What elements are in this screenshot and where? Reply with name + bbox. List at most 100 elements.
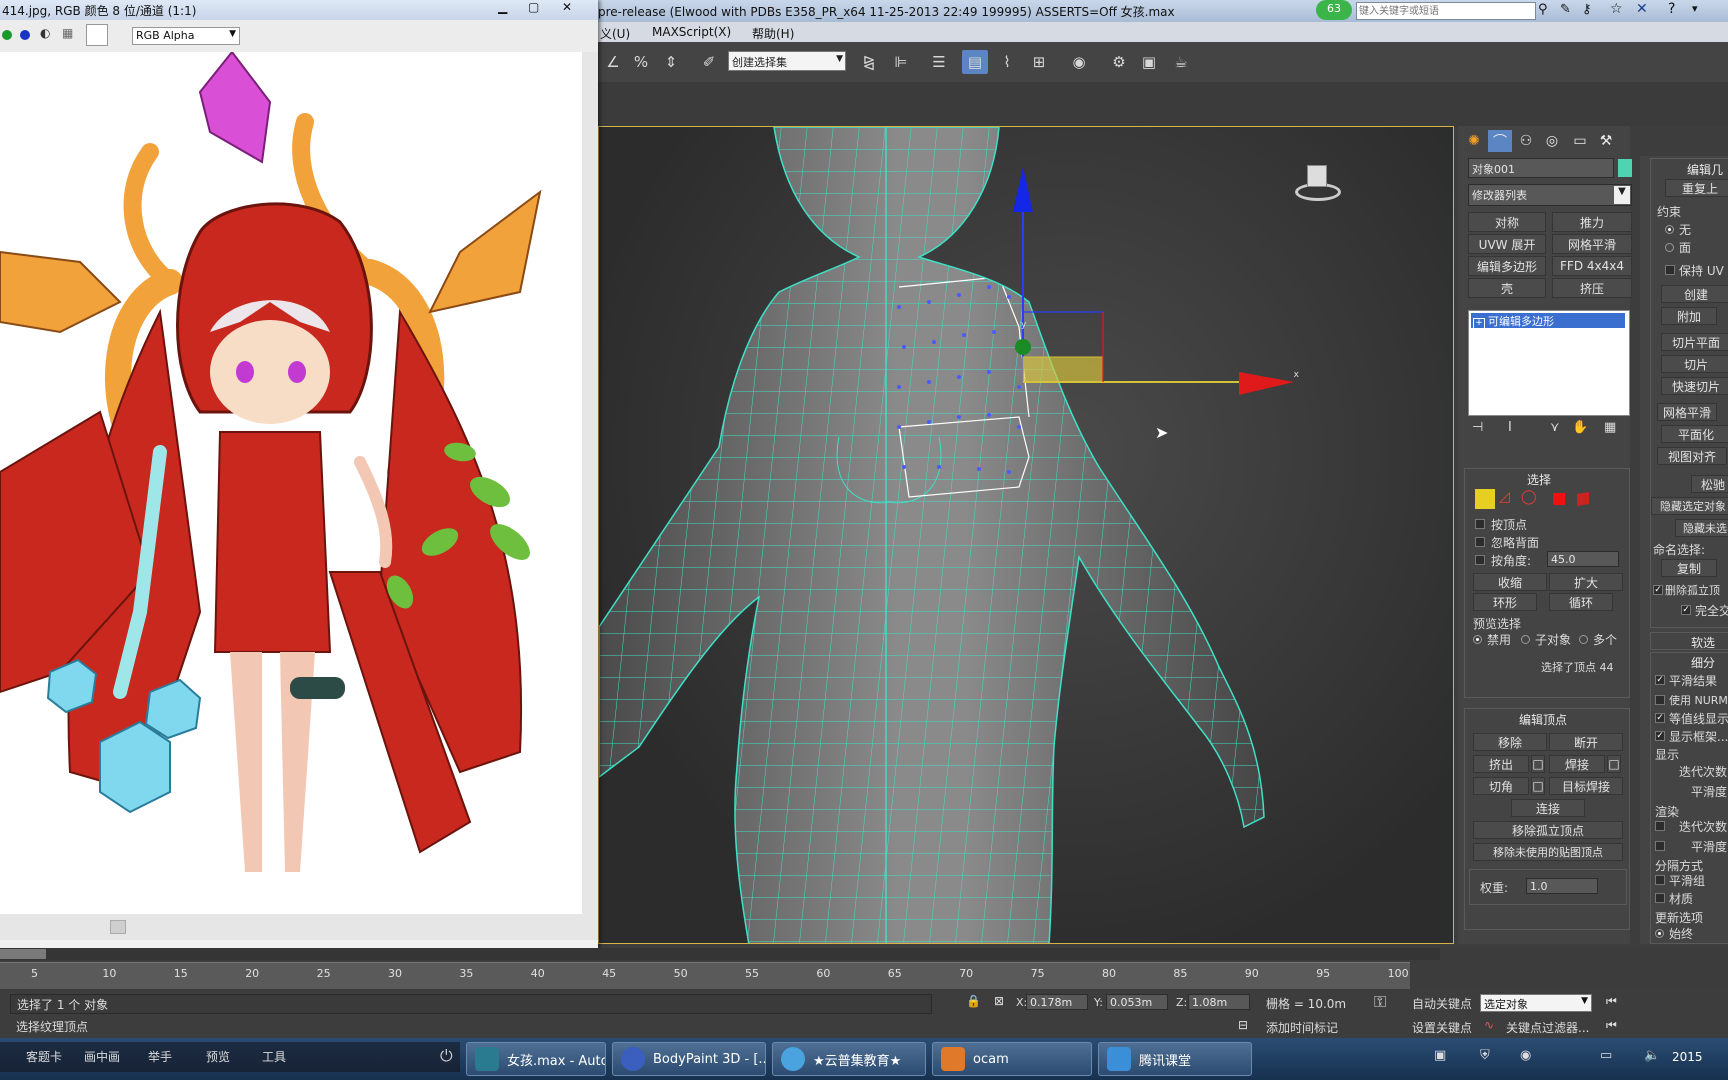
expand-plus-icon[interactable]: + xyxy=(1473,318,1485,330)
by-angle-checkbox[interactable] xyxy=(1475,555,1485,565)
perspective-viewport[interactable]: x y ➤ xyxy=(598,126,1454,944)
schematic-view-icon[interactable]: ⊞ xyxy=(1026,50,1052,74)
lock-icon[interactable]: 🔒 xyxy=(966,994,981,1008)
star-icon[interactable]: ☆ xyxy=(1610,1,1623,17)
power-icon[interactable]: ⏻ xyxy=(440,1046,453,1066)
notification-badge[interactable]: 63 xyxy=(1316,0,1352,20)
element-mode-icon[interactable] xyxy=(1577,491,1589,507)
tray-shield-icon[interactable]: ⛨ xyxy=(1480,1048,1490,1063)
preview-off-radio[interactable] xyxy=(1473,635,1482,644)
remove-unused-map-verts-button[interactable]: 移除未使用的贴图顶点 xyxy=(1473,843,1623,861)
classroom-item-tools[interactable]: 工具 xyxy=(262,1048,286,1065)
help-icon[interactable]: ? xyxy=(1668,1,1675,17)
update-always-radio[interactable] xyxy=(1655,929,1664,938)
slice-plane-button[interactable]: 切片平面 xyxy=(1661,333,1728,351)
repeat-last-button[interactable]: 重复上 xyxy=(1665,179,1728,197)
hierarchy-tab-icon[interactable]: ⚇ xyxy=(1514,130,1538,152)
remove-modifier-icon[interactable]: ✋ xyxy=(1572,420,1588,435)
extrude-button[interactable]: 挤出 xyxy=(1473,755,1529,773)
key-icon[interactable]: ⚷ xyxy=(1582,2,1592,17)
grow-button[interactable]: 扩大 xyxy=(1549,573,1623,591)
z-coordinate-field[interactable]: 1.08m xyxy=(1188,994,1250,1010)
selection-set-dropdown[interactable]: 创建选择集 ▼ xyxy=(728,51,846,71)
mirror-icon[interactable]: ⧎ xyxy=(856,50,882,74)
pin-stack-icon[interactable]: ⊣ xyxy=(1472,420,1483,435)
edit-named-sel-icon[interactable]: ✐ xyxy=(696,50,722,74)
align-icon[interactable]: ⊫ xyxy=(888,50,914,74)
modifier-list-dropdown[interactable]: 修改器列表 ▼ xyxy=(1468,184,1632,206)
rendered-frame-icon[interactable]: ▣ xyxy=(1136,50,1162,74)
percent-snap-icon[interactable]: % xyxy=(628,50,654,74)
key-filter-icon[interactable]: ∿ xyxy=(1484,1018,1494,1032)
green-channel-icon[interactable] xyxy=(2,30,12,40)
create-tab-icon[interactable]: ✺ xyxy=(1462,130,1486,152)
key-mode-icon[interactable]: ⚿ xyxy=(1374,992,1386,1012)
target-weld-button[interactable]: 目标焊接 xyxy=(1549,777,1623,795)
modifier-btn-shell[interactable]: 壳 xyxy=(1468,278,1546,298)
modifier-btn-edit-poly[interactable]: 编辑多边形 xyxy=(1468,256,1546,276)
menu-item-maxscript[interactable]: MAXScript(X) xyxy=(652,25,731,39)
configure-sets-icon[interactable]: ▦ xyxy=(1604,420,1616,435)
viewcube[interactable] xyxy=(1285,163,1345,203)
absolute-mode-icon[interactable]: ⊠ xyxy=(994,994,1004,1008)
y-coordinate-field[interactable]: 0.053m xyxy=(1106,994,1168,1010)
modify-tab-icon[interactable]: ⌒ xyxy=(1488,130,1512,152)
blue-channel-icon[interactable] xyxy=(20,30,30,40)
tray-monitor-icon[interactable]: ▭ xyxy=(1600,1048,1612,1063)
time-slider[interactable] xyxy=(0,948,1440,960)
edit-vertices-title[interactable]: 编辑顶点 xyxy=(1519,711,1567,728)
binoculars-icon[interactable]: ⚲ xyxy=(1538,2,1548,17)
ignore-backfacing-checkbox[interactable] xyxy=(1475,537,1485,547)
dropdown-icon[interactable]: ▾ xyxy=(1692,2,1698,15)
tray-app-icon[interactable]: ◉ xyxy=(1520,1048,1531,1063)
constraint-face-radio[interactable] xyxy=(1665,243,1674,252)
auto-key-button[interactable]: 自动关键点 xyxy=(1412,995,1472,1012)
soft-selection-title[interactable]: 软选 xyxy=(1691,634,1715,651)
extrude-settings-button[interactable]: □ xyxy=(1531,755,1545,773)
angle-spinner[interactable]: 45.0 xyxy=(1547,551,1619,567)
spinner-snap-icon[interactable]: ⇕ xyxy=(658,50,684,74)
horizontal-scrollbar[interactable] xyxy=(0,914,582,940)
show-end-result-icon[interactable]: Ⅰ xyxy=(1508,420,1512,435)
display-tab-icon[interactable]: ▭ xyxy=(1568,130,1592,152)
color-swatch[interactable] xyxy=(86,24,108,46)
polygon-mode-icon[interactable] xyxy=(1553,493,1565,505)
constraint-none-radio[interactable] xyxy=(1665,225,1674,234)
edit-geometry-title[interactable]: 编辑几 xyxy=(1687,161,1723,178)
scroll-thumb[interactable] xyxy=(110,920,126,934)
graphite-ribbon-icon[interactable]: ▤ xyxy=(962,50,988,74)
preview-subobject-radio[interactable] xyxy=(1521,635,1530,644)
show-cage-checkbox[interactable]: ✓ xyxy=(1655,731,1665,741)
task-bodypaint[interactable]: BodyPaint 3D - [... xyxy=(612,1042,766,1076)
utilities-tab-icon[interactable]: ⚒ xyxy=(1594,130,1618,152)
vertical-scrollbar[interactable] xyxy=(582,52,598,940)
border-mode-icon[interactable]: ◯ xyxy=(1521,489,1537,505)
shrink-button[interactable]: 收缩 xyxy=(1473,573,1547,591)
channel-dropdown[interactable]: RGB Alpha ▼ xyxy=(132,27,240,45)
modifier-btn-symmetry[interactable]: 对称 xyxy=(1468,212,1546,232)
break-button[interactable]: 断开 xyxy=(1549,733,1623,751)
isoline-checkbox[interactable]: ✓ xyxy=(1655,713,1665,723)
weld-settings-button[interactable]: □ xyxy=(1607,755,1621,773)
view-align-button[interactable]: 视图对齐 xyxy=(1657,447,1727,465)
modifier-btn-meshsmooth[interactable]: 网格平滑 xyxy=(1552,234,1632,254)
make-unique-icon[interactable]: ⋎ xyxy=(1550,420,1560,435)
tray-network-icon[interactable]: ▣ xyxy=(1434,1048,1446,1063)
use-nurms-checkbox[interactable] xyxy=(1655,695,1665,705)
material-editor-icon[interactable]: ◉ xyxy=(1066,50,1092,74)
maximize-icon[interactable]: ▢ xyxy=(528,0,539,14)
preview-multi-radio[interactable] xyxy=(1579,635,1588,644)
task-tencent-classroom[interactable]: 腾讯课堂 xyxy=(1098,1042,1252,1076)
planarize-button[interactable]: 平面化 xyxy=(1661,425,1728,443)
ring-button[interactable]: 环形 xyxy=(1473,593,1537,611)
time-slider-thumb[interactable] xyxy=(0,949,46,959)
task-education[interactable]: ★云普集教育★ xyxy=(772,1042,926,1076)
copy-button[interactable]: 复制 xyxy=(1661,559,1717,577)
delete-isolated-checkbox[interactable]: ✓ xyxy=(1653,585,1663,595)
clear-icon[interactable]: ▦ xyxy=(62,26,73,40)
modifier-btn-ffd[interactable]: FFD 4x4x4 xyxy=(1552,256,1632,276)
add-time-tag-icon[interactable]: ⊟ xyxy=(1238,1018,1248,1032)
meshsmooth-button[interactable]: 网格平滑 xyxy=(1657,403,1717,421)
mono-icon[interactable]: ◐ xyxy=(40,26,50,40)
classroom-item-pip[interactable]: 画中画 xyxy=(84,1048,120,1065)
